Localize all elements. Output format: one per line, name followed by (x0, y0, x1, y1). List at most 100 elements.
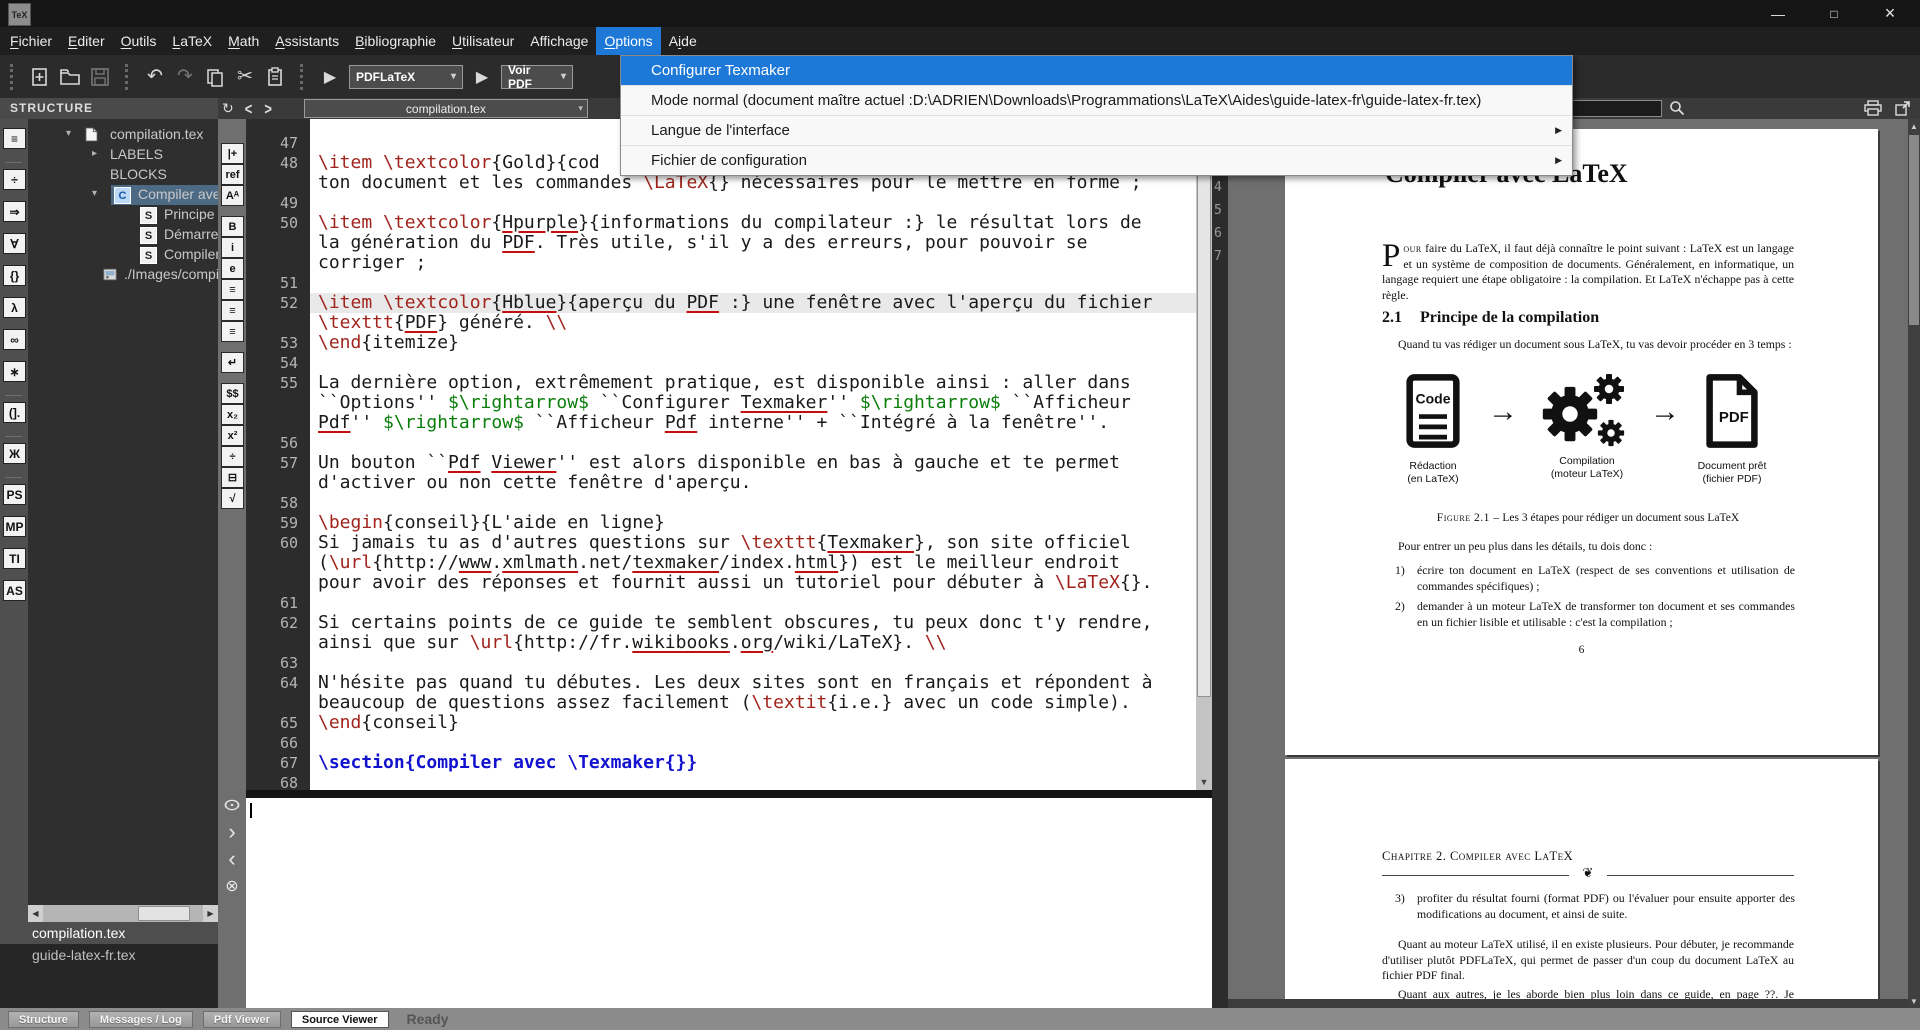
maximize-button[interactable]: □ (1808, 0, 1860, 27)
code-line[interactable] (310, 773, 1196, 790)
refresh-structure-icon[interactable]: ↻ (222, 100, 234, 117)
greek-letters-icon[interactable]: λ (3, 297, 26, 318)
undo-button[interactable]: ↶ (140, 63, 170, 91)
subscript-icon[interactable]: x₂ (221, 404, 244, 425)
menubar-item-affichage[interactable]: Affichage (522, 27, 596, 55)
menu-item[interactable]: Mode normal (document maître actuel :D:\… (621, 85, 1572, 115)
code-line[interactable] (310, 653, 1196, 673)
expand-icon[interactable]: ▸ (92, 148, 97, 159)
code-line[interactable]: (\url{http://www.xmlmath.net/texmaker/in… (310, 553, 1196, 573)
special-chars-icon[interactable]: Ж (3, 443, 26, 464)
code-line[interactable]: \item \textcolor{Hblue}{aperçu du PDF :}… (310, 293, 1196, 313)
compile-command-select[interactable]: PDFLaTeX ▾ (349, 65, 463, 89)
logic-symbols-icon[interactable]: ∀ (3, 233, 26, 254)
toolbar-grip[interactable] (10, 64, 17, 90)
toolbar-grip[interactable] (300, 64, 307, 90)
tree-item[interactable]: SCompiler ave (28, 245, 218, 265)
menubar-item-latex[interactable]: LaTeX (164, 27, 220, 55)
close-circle-icon[interactable]: ⊗ (221, 876, 243, 896)
code-line[interactable] (310, 733, 1196, 753)
misc-math-icon[interactable]: ∞ (3, 329, 26, 350)
scroll-down-icon[interactable]: ▼ (1908, 994, 1920, 1008)
menubar-item-utilisateur[interactable]: Utilisateur (444, 27, 522, 55)
statusbar-structure-button[interactable]: Structure (8, 1011, 79, 1028)
source-viewer-sliver[interactable]: 4567 (1212, 119, 1228, 1008)
tree-item[interactable]: ./Images/compilat (28, 265, 218, 285)
scroll-right-icon[interactable]: ▶ (203, 905, 218, 922)
copy-button[interactable] (200, 63, 230, 91)
run-button[interactable]: ▶ (315, 63, 345, 91)
open-file-item[interactable]: compilation.tex (0, 922, 218, 944)
code-line[interactable] (310, 353, 1196, 373)
scroll-down-icon[interactable]: ▼ (1196, 774, 1212, 790)
menubar-item-bibliographie[interactable]: Bibliographie (347, 27, 444, 55)
code-line[interactable]: la génération du PDF. Très utile, s'il y… (310, 233, 1196, 253)
insert-icon[interactable]: |+ (221, 143, 244, 164)
font-size-icon[interactable]: Aᴬ (221, 185, 244, 206)
asymptote-icon[interactable]: AS (3, 580, 26, 601)
tree-item[interactable]: ▸LABELS (28, 145, 218, 165)
code-line[interactable]: Si certains points de ce guide te semble… (310, 613, 1196, 633)
forward-icon[interactable]: > (264, 99, 272, 119)
menubar-item-options[interactable]: Options (596, 27, 660, 55)
editor-vscrollbar[interactable]: ▲ ▼ (1196, 119, 1212, 790)
menubar-item-fichier[interactable]: Fichier (2, 27, 60, 55)
bold-icon[interactable]: B (221, 216, 244, 237)
fraction-icon[interactable]: ⊟ (221, 467, 244, 488)
code-line[interactable] (310, 593, 1196, 613)
collapse-icon[interactable]: ▾ (92, 188, 97, 199)
print-icon[interactable] (1862, 99, 1884, 117)
newline-icon[interactable]: ↵ (221, 352, 244, 373)
pdf-vscrollbar[interactable]: ▲ ▼ (1908, 119, 1920, 1008)
log-panel[interactable] (246, 798, 1212, 1008)
code-line[interactable] (310, 273, 1196, 293)
code-line[interactable]: \item \textcolor{Hpurple}{informations d… (310, 213, 1196, 233)
code-line[interactable]: \end{itemize} (310, 333, 1196, 353)
align-left-icon[interactable]: ≡ (221, 279, 244, 300)
statusbar-pdf-viewer-button[interactable]: Pdf Viewer (203, 1011, 281, 1028)
open-button[interactable] (55, 63, 85, 91)
code-editor[interactable]: \item \textcolor{Gold}{codton document e… (310, 119, 1196, 790)
code-line[interactable]: Si jamais tu as d'autres questions sur \… (310, 533, 1196, 553)
statusbar-source-viewer-button[interactable]: Source Viewer (291, 1011, 389, 1028)
align-center-icon[interactable]: ≡ (221, 300, 244, 321)
prev-icon[interactable]: ‹ (221, 849, 243, 869)
code-line[interactable]: \section{Compiler avec \Texmaker{}} (310, 753, 1196, 773)
cut-button[interactable]: ✂ (230, 63, 260, 91)
menubar-item-editer[interactable]: Editer (60, 27, 113, 55)
close-button[interactable]: × (1864, 0, 1916, 27)
toolbar-grip[interactable] (125, 64, 132, 90)
align-right-icon[interactable]: ≡ (221, 321, 244, 342)
structure-tab-icon[interactable]: ≡ (3, 128, 26, 149)
pstricks-icon[interactable]: PS (3, 484, 26, 505)
redo-button[interactable]: ↷ (170, 63, 200, 91)
tikz-icon[interactable]: TI (3, 548, 26, 569)
menubar-item-outils[interactable]: Outils (113, 27, 165, 55)
metapost-icon[interactable]: MP (3, 516, 26, 537)
divide-icon[interactable]: ÷ (221, 446, 244, 467)
scroll-up-icon[interactable]: ▲ (1908, 119, 1920, 133)
code-line[interactable] (310, 493, 1196, 513)
code-line[interactable] (310, 433, 1196, 453)
eye-icon[interactable]: ⊙ (217, 795, 248, 815)
menu-item[interactable]: Langue de l'interface▶ (621, 115, 1572, 145)
open-document-select[interactable]: compilation.tex ▾ (304, 99, 588, 118)
external-viewer-icon[interactable] (1892, 99, 1914, 117)
tree-item[interactable]: SDémarrer av (28, 225, 218, 245)
code-line[interactable]: \texttt{PDF} généré. \\ (310, 313, 1196, 333)
collapse-icon[interactable]: ▾ (66, 128, 71, 139)
misc-symbols-icon[interactable]: ∗ (3, 361, 26, 382)
scrollbar-thumb[interactable] (138, 906, 190, 921)
code-line[interactable]: ton document et les commandes \LaTeX{} n… (310, 173, 1196, 193)
menubar-item-aide[interactable]: Aide (661, 27, 705, 55)
back-icon[interactable]: < (245, 99, 253, 119)
code-line[interactable]: ainsi que sur \url{http://fr.wikibooks.o… (310, 633, 1196, 653)
menubar-item-math[interactable]: Math (220, 27, 267, 55)
paste-button[interactable] (260, 63, 290, 91)
scrollbar-thumb[interactable] (1197, 137, 1211, 697)
menu-item[interactable]: Fichier de configuration▶ (621, 145, 1572, 175)
view-command-select[interactable]: Voir PDF ▾ (501, 65, 573, 89)
tree-item[interactable]: ▾CCompiler avec \La (28, 185, 218, 205)
run-view-button[interactable]: ▶ (467, 63, 497, 91)
math-operators-icon[interactable]: ÷ (3, 169, 26, 190)
